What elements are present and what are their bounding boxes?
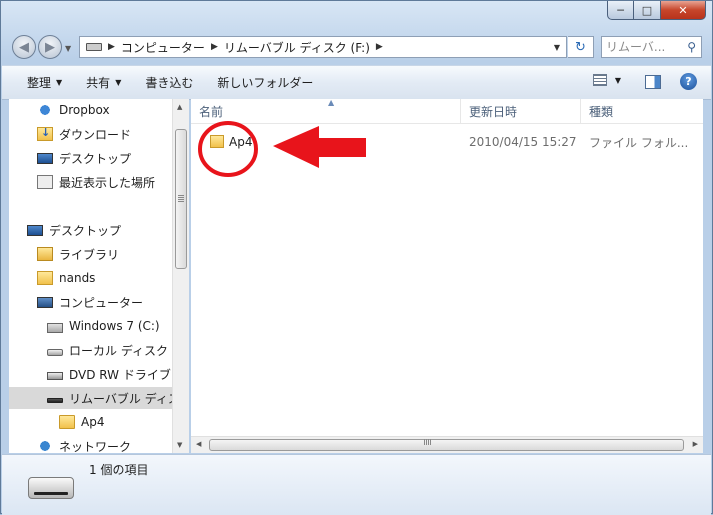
- breadcrumb-removable-disk[interactable]: リムーバブル ディスク (F:): [224, 39, 370, 56]
- organize-label: 整理: [27, 76, 52, 90]
- back-arrow-icon: ◀: [19, 39, 29, 55]
- tree-item-label: ダウンロード: [59, 127, 132, 142]
- removable-disk-icon: [28, 477, 74, 499]
- navigation-pane-scrollbar[interactable]: ▲ ▼: [172, 99, 189, 453]
- tree-item-computer[interactable]: コンピューター: [37, 291, 143, 313]
- address-history-dropdown[interactable]: ▼: [554, 43, 560, 52]
- forward-button[interactable]: ▶: [38, 35, 62, 59]
- help-icon[interactable]: ?: [680, 73, 697, 90]
- chevron-down-icon: ▼: [56, 78, 63, 87]
- chevron-down-icon: ▼: [115, 78, 122, 87]
- dvd-drive-icon: [47, 372, 63, 380]
- tree-item-label: nands: [59, 271, 96, 285]
- tree-item-label: Windows 7 (C:): [69, 319, 160, 333]
- new-folder-button[interactable]: 新しいフォルダー: [205, 74, 325, 91]
- downloads-folder-icon: [37, 126, 53, 141]
- breadcrumb-computer[interactable]: コンピューター: [121, 39, 205, 56]
- explorer-window: ─ □ ✕ ◀ ▶ ▼ ▶ コンピューター ▶ リムーバブル ディスク (F:)…: [0, 0, 713, 515]
- tree-item-desktop[interactable]: デスクトップ: [27, 219, 121, 241]
- item-count: 1 個の項目: [89, 463, 149, 477]
- share-button[interactable]: 共有 ▼: [74, 74, 133, 91]
- scrollbar-grip: [424, 439, 431, 445]
- computer-icon: [37, 296, 53, 308]
- minimize-button[interactable]: ─: [607, 1, 634, 20]
- recent-places-icon: [37, 175, 53, 189]
- burn-label: 書き込む: [145, 76, 194, 90]
- caption-buttons: ─ □ ✕: [607, 1, 706, 20]
- organize-button[interactable]: 整理 ▼: [2, 74, 74, 91]
- folder-icon: [59, 415, 75, 429]
- drive-icon: [86, 43, 102, 51]
- file-list-horizontal-scrollbar[interactable]: ◀ ▶: [191, 436, 703, 453]
- scroll-down-icon[interactable]: ▼: [177, 441, 182, 449]
- scroll-right-icon[interactable]: ▶: [693, 440, 698, 448]
- search-icon[interactable]: ⚲: [687, 40, 696, 54]
- refresh-icon: ↻: [575, 39, 586, 55]
- tree-item-dropbox[interactable]: Dropbox: [37, 99, 110, 121]
- tree-item-label: Dropbox: [59, 103, 110, 117]
- maximize-button[interactable]: □: [634, 1, 661, 20]
- tree-item-local-disk[interactable]: ローカル ディスク: [47, 339, 168, 361]
- removable-disk-icon: [47, 397, 63, 403]
- new-folder-label: 新しいフォルダー: [217, 76, 314, 90]
- address-bar[interactable]: ▶ コンピューター ▶ リムーバブル ディスク (F:) ▶ ▼: [79, 36, 567, 58]
- desktop-icon: [37, 152, 53, 164]
- chevron-right-icon[interactable]: ▶: [108, 42, 115, 52]
- tree-item-label: デスクトップ: [59, 151, 132, 166]
- preview-pane-icon[interactable]: [645, 75, 661, 89]
- change-view-button[interactable]: ▼: [592, 74, 621, 86]
- tree-item-libraries[interactable]: ライブラリ: [37, 243, 119, 265]
- tree-item-ap4[interactable]: Ap4: [59, 411, 104, 433]
- tree-item-label: デスクトップ: [49, 223, 122, 238]
- tree-item-user[interactable]: nands: [37, 267, 95, 289]
- tree-item-label: ネットワーク: [59, 439, 132, 454]
- user-folder-icon: [37, 271, 53, 285]
- desktop-icon: [27, 224, 43, 236]
- recent-pages-dropdown[interactable]: ▼: [65, 44, 71, 53]
- chevron-right-icon[interactable]: ▶: [376, 42, 383, 52]
- windows-drive-icon: [47, 323, 63, 333]
- red-arrow-icon: [273, 126, 366, 168]
- tree-item-dvd-drive[interactable]: DVD RW ドライブ: [47, 363, 171, 385]
- scrollbar-thumb[interactable]: [209, 439, 684, 451]
- search-input[interactable]: [606, 40, 676, 54]
- library-icon: [37, 247, 53, 261]
- tree-item-label: ライブラリ: [59, 247, 120, 262]
- scrollbar-grip: [178, 195, 184, 202]
- forward-arrow-icon: ▶: [45, 39, 55, 55]
- back-button[interactable]: ◀: [12, 35, 36, 59]
- scroll-up-icon[interactable]: ▲: [177, 103, 182, 111]
- tree-item-label: 最近表示した場所: [59, 175, 156, 190]
- details-pane: 1 個の項目: [2, 454, 711, 515]
- scroll-left-icon[interactable]: ◀: [196, 440, 201, 448]
- tree-item-downloads[interactable]: ダウンロード: [37, 123, 131, 145]
- view-details-icon: [592, 74, 607, 86]
- tree-item-label: ローカル ディスク: [69, 343, 168, 358]
- chevron-down-icon[interactable]: ▼: [615, 76, 621, 85]
- annotation-overlay: [198, 121, 366, 177]
- tree-item-recent-places[interactable]: 最近表示した場所: [37, 171, 155, 193]
- command-bar: 整理 ▼ 共有 ▼ 書き込む 新しいフォルダー ▼ ?: [2, 65, 711, 100]
- tree-item-label: リムーバブル ディス: [69, 391, 180, 406]
- local-disk-icon: [47, 348, 63, 356]
- tree-item-label: Ap4: [81, 415, 105, 429]
- chevron-right-icon[interactable]: ▶: [211, 42, 218, 52]
- burn-button[interactable]: 書き込む: [133, 74, 205, 91]
- close-button[interactable]: ✕: [661, 1, 706, 20]
- dropbox-icon: [37, 103, 53, 117]
- tree-item-label: DVD RW ドライブ: [69, 367, 171, 382]
- navigation-bar: ◀ ▶ ▼ ▶ コンピューター ▶ リムーバブル ディスク (F:) ▶ ▼ ↻…: [1, 33, 712, 61]
- tree-item-label: コンピューター: [59, 295, 144, 310]
- refresh-button[interactable]: ↻: [568, 36, 594, 58]
- tree-item-windows-drive[interactable]: Windows 7 (C:): [47, 315, 160, 337]
- highlight-circle: [198, 121, 258, 177]
- tree-item-removable-disk[interactable]: リムーバブル ディス: [9, 387, 180, 409]
- network-icon: [37, 439, 53, 453]
- tree-item-desktop-favorite[interactable]: デスクトップ: [37, 147, 131, 169]
- tree-item-network[interactable]: ネットワーク: [37, 435, 131, 453]
- file-list-pane: 名前 ▲ 更新日時 種類 Ap4 2010/04/15 15:27 ファイル フ…: [191, 98, 703, 453]
- navigation-pane: Dropbox ダウンロード デスクトップ 最近表示した場所 デスクトップ ライ…: [9, 99, 189, 453]
- share-label: 共有: [86, 76, 111, 90]
- search-box[interactable]: ⚲: [601, 36, 702, 58]
